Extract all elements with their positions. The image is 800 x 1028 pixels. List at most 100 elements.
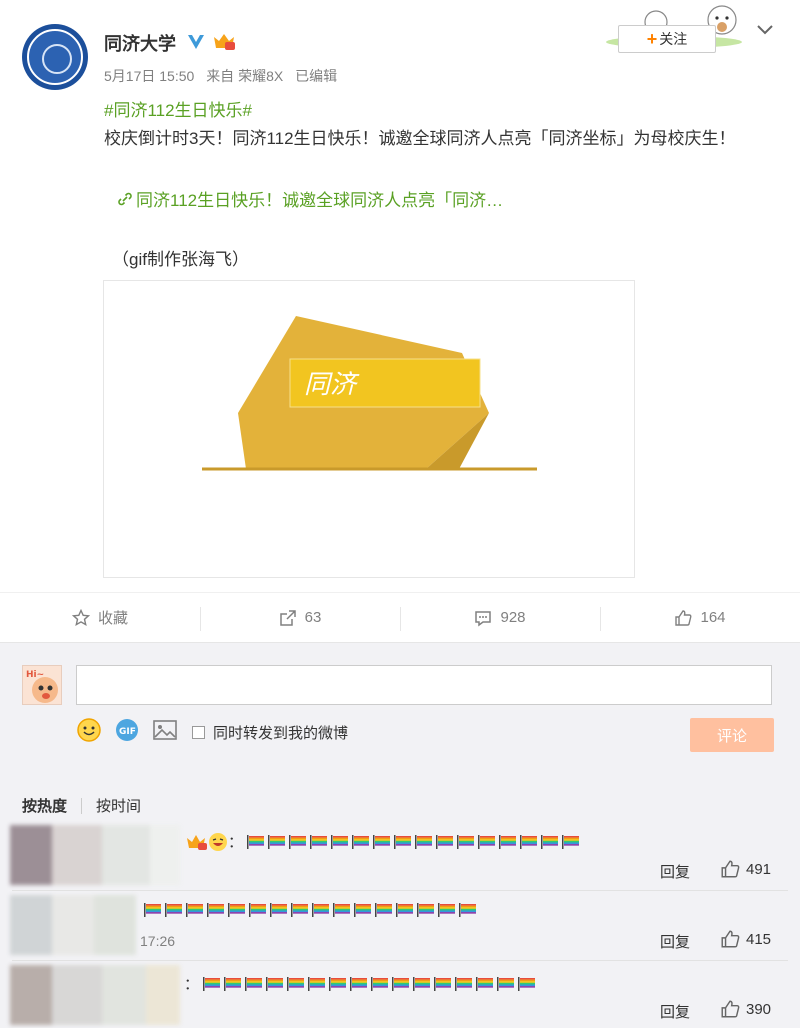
gif-icon[interactable]: GIF [114, 717, 140, 743]
star-icon [71, 608, 90, 626]
rainbow-flag-icon [312, 903, 329, 917]
comment-text: ： [186, 831, 580, 852]
rainbow-flags [203, 976, 536, 991]
rainbow-flag-icon [333, 903, 350, 917]
comment-input[interactable] [76, 665, 772, 705]
rainbow-flag-icon [459, 903, 476, 917]
sort-by-time[interactable]: 按时间 [96, 795, 141, 816]
comment-like-button[interactable]: 390 [720, 999, 771, 1019]
comment-item: ： 回复 390 [0, 961, 800, 1028]
repost-count: 63 [304, 609, 322, 626]
reply-button[interactable]: 回复 [660, 931, 690, 952]
rainbow-flag-icon [434, 976, 452, 991]
comment-icon [475, 610, 492, 626]
rainbow-flag-icon [228, 903, 245, 917]
laugh-emoji-icon [209, 832, 227, 851]
sync-checkbox[interactable]: 同时转发到我的微博 [192, 722, 348, 743]
svg-text:Hi~: Hi~ [26, 670, 44, 680]
rainbow-flag-icon [287, 976, 305, 991]
commenter-avatar-blurred[interactable] [10, 895, 136, 955]
comment-like-button[interactable]: 415 [720, 929, 771, 949]
checkbox[interactable] [192, 726, 205, 739]
rainbow-flag-icon [497, 976, 515, 991]
comment-time: 17:26 [140, 933, 176, 949]
like-button[interactable]: 164 [600, 593, 800, 642]
favorite-button[interactable]: 收藏 [0, 593, 200, 642]
repost-button[interactable]: 63 [200, 593, 400, 642]
thumbs-up-icon [721, 860, 740, 878]
comment-like-button[interactable]: 491 [720, 859, 771, 879]
rainbow-flags [144, 903, 477, 917]
rainbow-flag-icon [268, 834, 286, 849]
post-edited[interactable]: 已编辑 [295, 68, 337, 84]
favorite-label: 收藏 [97, 610, 128, 627]
rainbow-flag-icon [354, 903, 371, 917]
smile-icon[interactable] [76, 717, 102, 743]
rainbow-flag-icon [331, 834, 349, 849]
rainbow-flag-icon [308, 976, 326, 991]
follow-button[interactable]: + 关注 [618, 25, 716, 53]
like-count: 164 [700, 609, 726, 626]
comment-item: 17:26 回复 415 [0, 891, 800, 961]
rainbow-flag-icon [518, 976, 536, 991]
rainbow-flag-icon [144, 903, 161, 917]
rainbow-flag-icon [291, 903, 308, 917]
svg-text:GIF: GIF [119, 727, 136, 737]
post-date[interactable]: 5月17日 15:50 [104, 68, 194, 84]
comment-prefix: ： [184, 976, 200, 993]
article-link[interactable]: 同济112生日快乐！诚邀全球同济人点亮「同济… [118, 186, 503, 211]
weibo-post-card: 同济大学 5月17日 15:50 来自 荣耀8X 已编辑 #同济112生日快乐#… [0, 0, 800, 642]
rainbow-flag-icon [520, 834, 538, 849]
follow-label: 关注 [659, 31, 688, 47]
rainbow-flag-icon [352, 834, 370, 849]
rainbow-flag-icon [207, 903, 224, 917]
sync-label-text: 同时转发到我的微博 [213, 725, 349, 742]
rainbow-flag-icon [375, 903, 392, 917]
action-bar: 收藏 63 928 164 [0, 592, 800, 642]
rainbow-flag-icon [457, 834, 475, 849]
rainbow-flag-icon [476, 976, 494, 991]
rainbow-flag-icon [394, 834, 412, 849]
rainbow-flag-icon [245, 976, 263, 991]
post-meta: 5月17日 15:50 来自 荣耀8X 已编辑 [104, 66, 345, 86]
chevron-down-icon[interactable] [756, 22, 774, 36]
sort-tabs: 按热度 按时间 [22, 795, 141, 816]
commenter-avatar-blurred[interactable] [10, 825, 180, 885]
rainbow-flag-icon [413, 976, 431, 991]
vip-crown-icon [187, 834, 207, 850]
rainbow-flag-icon [396, 903, 413, 917]
reply-button[interactable]: 回复 [660, 861, 690, 882]
comment-like-count: 390 [746, 1000, 772, 1018]
rainbow-flag-icon [499, 834, 517, 849]
comment-like-count: 415 [746, 930, 772, 948]
rainbow-flags [247, 834, 580, 849]
author-avatar[interactable] [22, 24, 88, 90]
gif-credit: （gif制作张海飞） [112, 250, 249, 269]
commenter-avatar-blurred[interactable] [10, 965, 180, 1025]
thumbs-up-icon [675, 609, 692, 626]
logo-text: 同济 [304, 370, 360, 400]
my-avatar[interactable]: Hi~ [22, 665, 62, 705]
rainbow-flag-icon [392, 976, 410, 991]
comment-button[interactable]: 928 [400, 593, 600, 642]
comment-item: ： 回复 491 [0, 821, 800, 891]
rainbow-flag-icon [541, 834, 559, 849]
rainbow-flag-icon [247, 834, 265, 849]
rainbow-flag-icon [562, 834, 580, 849]
sort-by-hot[interactable]: 按热度 [22, 795, 67, 816]
image-icon[interactable] [152, 717, 178, 743]
reply-button[interactable]: 回复 [660, 1001, 690, 1022]
rainbow-flag-icon [329, 976, 347, 991]
plus-icon: + [646, 28, 658, 49]
comment-text [140, 903, 477, 917]
hashtag-link[interactable]: #同济112生日快乐# [104, 96, 252, 121]
thumbs-up-icon [721, 930, 740, 948]
rainbow-flag-icon [373, 834, 391, 849]
comment-section: Hi~ GIF 同时转发到我的微博 评论 按热度 按时间 ： 回复 491 17… [0, 642, 800, 1028]
post-gif[interactable]: 同济 [103, 280, 635, 578]
rainbow-flag-icon [436, 834, 454, 849]
submit-comment-button[interactable]: 评论 [690, 718, 774, 752]
comment-prefix: ： [228, 834, 244, 851]
author-name[interactable]: 同济大学 [104, 30, 176, 56]
rainbow-flag-icon [165, 903, 182, 917]
